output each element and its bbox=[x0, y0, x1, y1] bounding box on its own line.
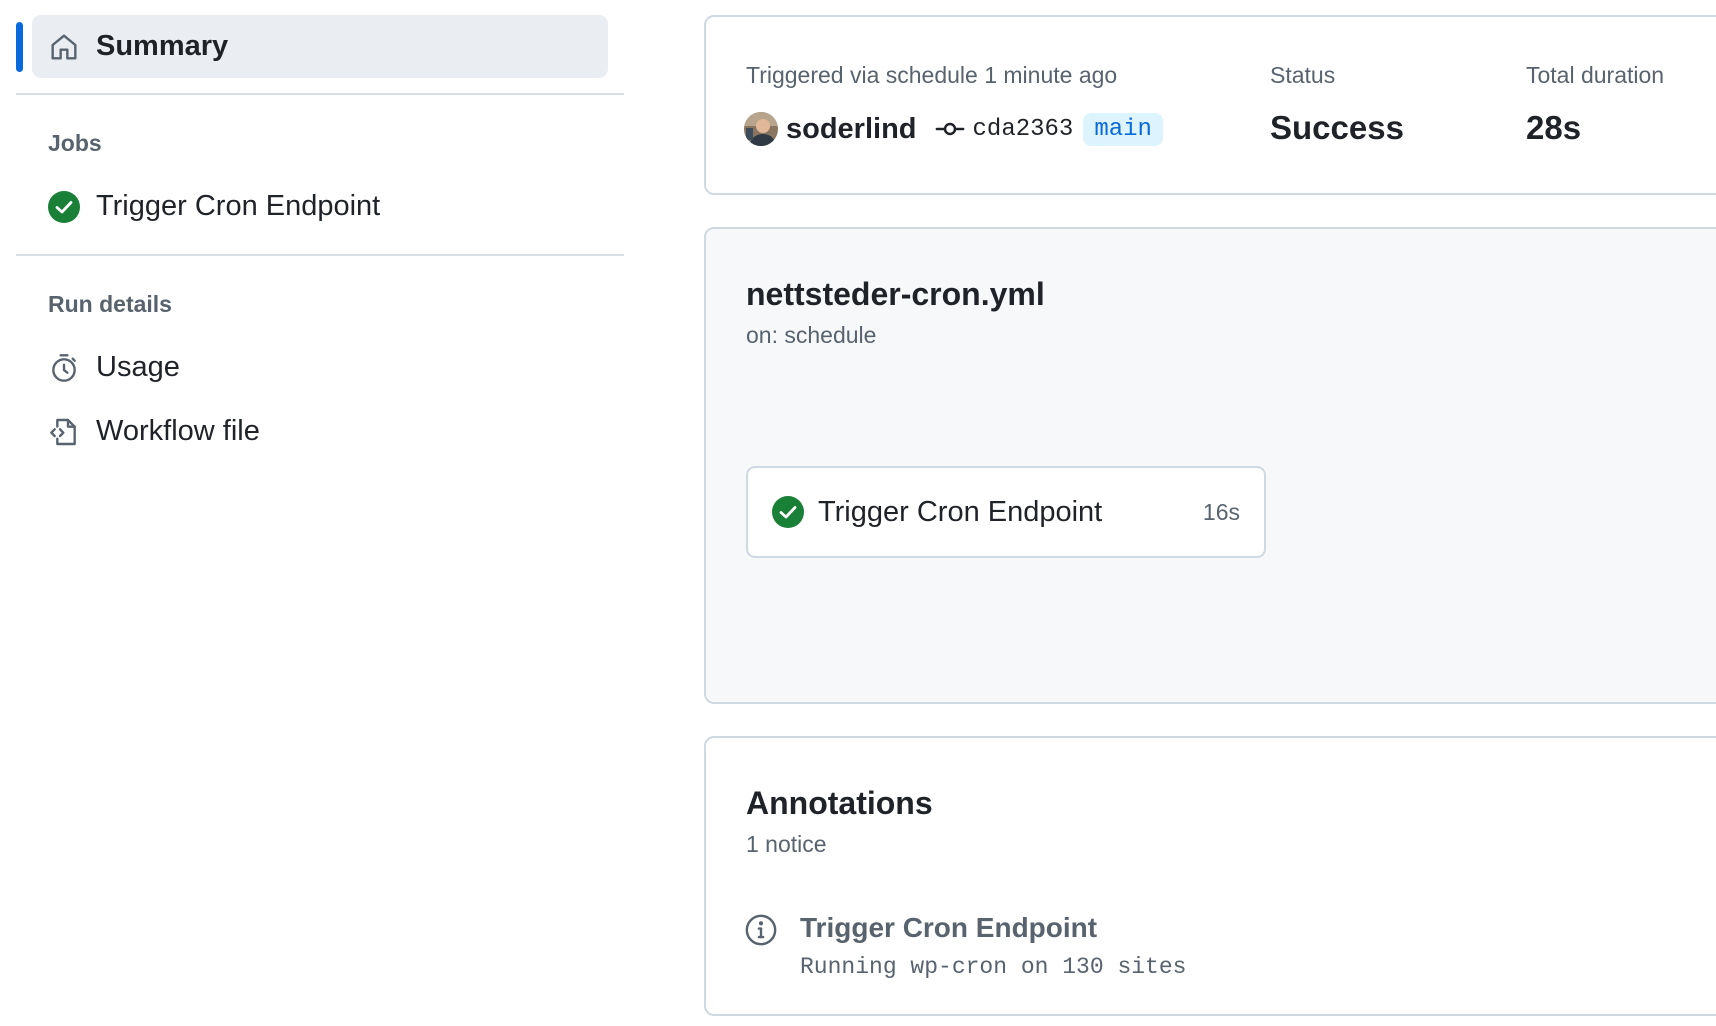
run-summary-card: Triggered via schedule 1 minute ago sode… bbox=[704, 15, 1716, 195]
job-node-name: Trigger Cron Endpoint bbox=[818, 495, 1103, 528]
annotation-message: Running wp-cron on 130 sites bbox=[800, 954, 1187, 980]
workflow-run-page: Summary Jobs Trigger Cron Endpoint Run d… bbox=[0, 0, 1716, 1026]
sidebar-item-workflow-file[interactable]: Workflow file bbox=[48, 415, 260, 448]
branch-badge[interactable]: main bbox=[1083, 112, 1163, 146]
annotation-body: Trigger Cron Endpoint Running wp-cron on… bbox=[800, 912, 1186, 980]
sidebar-item-usage[interactable]: Usage bbox=[48, 351, 180, 384]
status-value: Success bbox=[1270, 109, 1404, 146]
check-circle-icon bbox=[48, 190, 80, 223]
workflow-trigger: on: schedule bbox=[746, 322, 877, 348]
file-code-icon bbox=[48, 416, 80, 448]
stopwatch-icon bbox=[48, 352, 80, 384]
sidebar-workflow-file-label: Workflow file bbox=[96, 415, 260, 447]
annotation-job-link[interactable]: Trigger Cron Endpoint bbox=[800, 912, 1186, 944]
annotations-count: 1 notice bbox=[746, 831, 827, 857]
nav-summary-label: Summary bbox=[96, 30, 229, 62]
annotation-item: Trigger Cron Endpoint Running wp-cron on… bbox=[744, 912, 1186, 980]
active-indicator bbox=[16, 22, 23, 72]
duration-label: Total duration bbox=[1526, 62, 1665, 88]
nav-item-summary[interactable]: Summary bbox=[32, 15, 608, 78]
annotations-title: Annotations bbox=[746, 785, 933, 821]
workflow-file-name: nettsteder-cron.yml bbox=[746, 276, 1045, 312]
sidebar-job-label: Trigger Cron Endpoint bbox=[96, 190, 381, 222]
sidebar-divider bbox=[16, 254, 624, 256]
duration-value: 28s bbox=[1526, 109, 1582, 146]
avatar[interactable] bbox=[744, 112, 778, 146]
jobs-heading: Jobs bbox=[48, 130, 102, 156]
home-icon bbox=[48, 31, 80, 63]
check-circle-icon bbox=[772, 496, 804, 528]
status-label: Status bbox=[1270, 62, 1336, 88]
git-commit-icon bbox=[935, 114, 965, 144]
actor-row: soderlind cda2363 main bbox=[744, 109, 1163, 149]
workflow-graph-card: nettsteder-cron.yml on: schedule Trigger… bbox=[704, 227, 1716, 704]
job-node-duration: 16s bbox=[1202, 498, 1240, 525]
sidebar-divider bbox=[16, 93, 624, 95]
actor-link[interactable]: soderlind bbox=[786, 113, 917, 146]
sidebar-item-job[interactable]: Trigger Cron Endpoint bbox=[48, 190, 380, 223]
run-details-heading: Run details bbox=[48, 291, 172, 317]
trigger-text: Triggered via schedule 1 minute ago bbox=[746, 62, 1118, 88]
job-node[interactable]: Trigger Cron Endpoint 16s bbox=[746, 466, 1266, 558]
info-icon bbox=[744, 913, 778, 947]
sidebar-usage-label: Usage bbox=[96, 351, 180, 383]
commit-sha-link[interactable]: cda2363 bbox=[973, 116, 1074, 143]
annotations-card: Annotations 1 notice Trigger Cron Endpoi… bbox=[704, 736, 1716, 1016]
